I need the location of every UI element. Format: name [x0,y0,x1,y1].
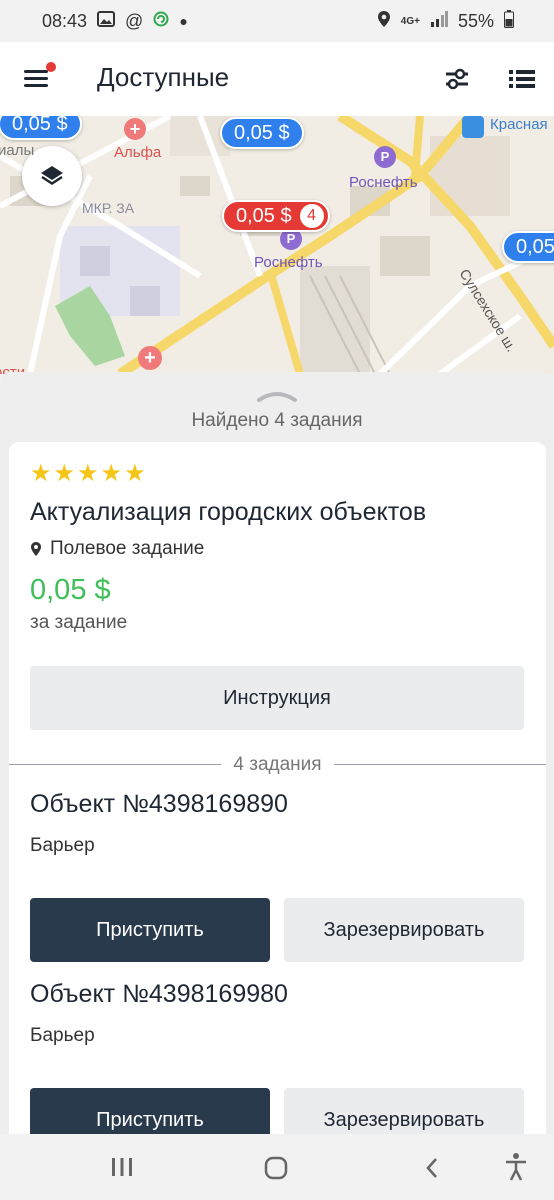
location-pin-icon [31,542,41,556]
app-bar: Доступные [0,42,554,116]
map-label-rosneft-2: Роснефть [254,254,323,271]
back-icon [426,1158,437,1178]
chevron-up-icon [257,392,297,402]
map-background [0,116,554,374]
list-view-button[interactable] [508,66,536,92]
image-notification-icon [97,10,116,32]
tasks-divider: 4 задания [9,754,546,775]
network-type: 4G+ [400,15,420,27]
star-icon: ★ [77,460,99,487]
more-notifications-dot: ● [179,13,188,29]
map-label-mkr: МКР. ЗА [82,200,135,216]
results-sheet: Найдено 4 задания ★ ★ ★ ★ ★ Актуализация… [0,372,554,1152]
task-price: 0,05 $ [30,574,111,606]
recent-apps-button[interactable] [110,1156,134,1183]
at-notification-icon: @ [125,10,144,31]
task-card: ★ ★ ★ ★ ★ Актуализация городских объекто… [9,442,546,1152]
task-type: Полевое задание [30,538,204,560]
home-icon [264,1156,288,1180]
sheet-drag-handle[interactable] [257,386,297,407]
filter-button[interactable] [444,66,470,92]
object-item: Объект №4398169890 Барьер Приступить Зар… [30,790,524,962]
map-label-edge-left: иалы [0,142,35,159]
menu-icon [24,70,48,73]
tasks-count-label: 4 задания [221,754,334,775]
gas-station-poi-icon[interactable]: P [374,146,396,168]
object-title: Объект №4398169890 [30,790,288,818]
menu-button[interactable] [24,62,56,90]
filter-icon [446,68,468,90]
notification-badge [46,62,56,72]
star-icon: ★ [100,460,123,487]
recent-apps-icon [112,1158,132,1176]
object-subtitle: Барьер [30,1025,95,1046]
object-title: Объект №4398169980 [30,980,288,1008]
rating-stars: ★ ★ ★ ★ ★ [30,462,146,486]
pharmacy-poi-icon[interactable]: + [124,118,146,140]
object-subtitle: Барьер [30,835,95,856]
accessibility-icon [506,1153,526,1181]
star-icon: ★ [53,460,76,487]
list-icon [509,70,535,88]
price-pin[interactable]: 0,05 $ [220,117,304,149]
status-bar: 08:43 @ ● 4G+ 55% [0,0,554,42]
task-title: Актуализация городских объектов [30,498,427,526]
system-nav-bar [0,1134,554,1200]
status-time: 08:43 [42,10,88,31]
map-view[interactable]: + Альфа иалы МКР. ЗА P Роснефть P Роснеф… [0,116,554,374]
task-price-note: за задание [30,612,128,633]
battery-icon [504,9,514,33]
location-status-icon [377,10,391,33]
pharmacy-poi-icon[interactable]: + [138,346,162,370]
instruction-button[interactable]: Инструкция [30,666,524,730]
home-button[interactable] [264,1156,288,1185]
reserve-button[interactable]: Зарезервировать [284,898,524,962]
back-button[interactable] [424,1156,440,1185]
accessibility-button[interactable] [504,1152,528,1187]
star-icon: ★ [124,460,146,487]
page-title: Доступные [97,62,230,92]
results-count: Найдено 4 задания [191,410,363,431]
star-icon: ★ [30,460,52,487]
signal-icon [430,10,448,32]
price-pin[interactable]: 0,05 [502,231,554,263]
map-label-rosneft-1: Роснефть [349,174,418,191]
price-pin-cluster[interactable]: 0,05 $ 4 [222,200,330,232]
layers-icon [41,166,63,185]
task-type-label: Полевое задание [50,538,205,559]
price-pin[interactable]: 0,05 $ [0,116,82,140]
app-notification-icon [153,11,169,32]
map-label-krasnaya: Красная [490,116,548,133]
start-button[interactable]: Приступить [30,898,270,962]
object-item: Объект №4398169980 Барьер Приступить Зар… [30,980,524,1152]
map-label-alfa: Альфа [114,144,162,161]
shop-poi-icon[interactable] [462,116,484,138]
battery-percent: 55% [457,10,494,31]
pin-count-badge: 4 [299,204,324,228]
